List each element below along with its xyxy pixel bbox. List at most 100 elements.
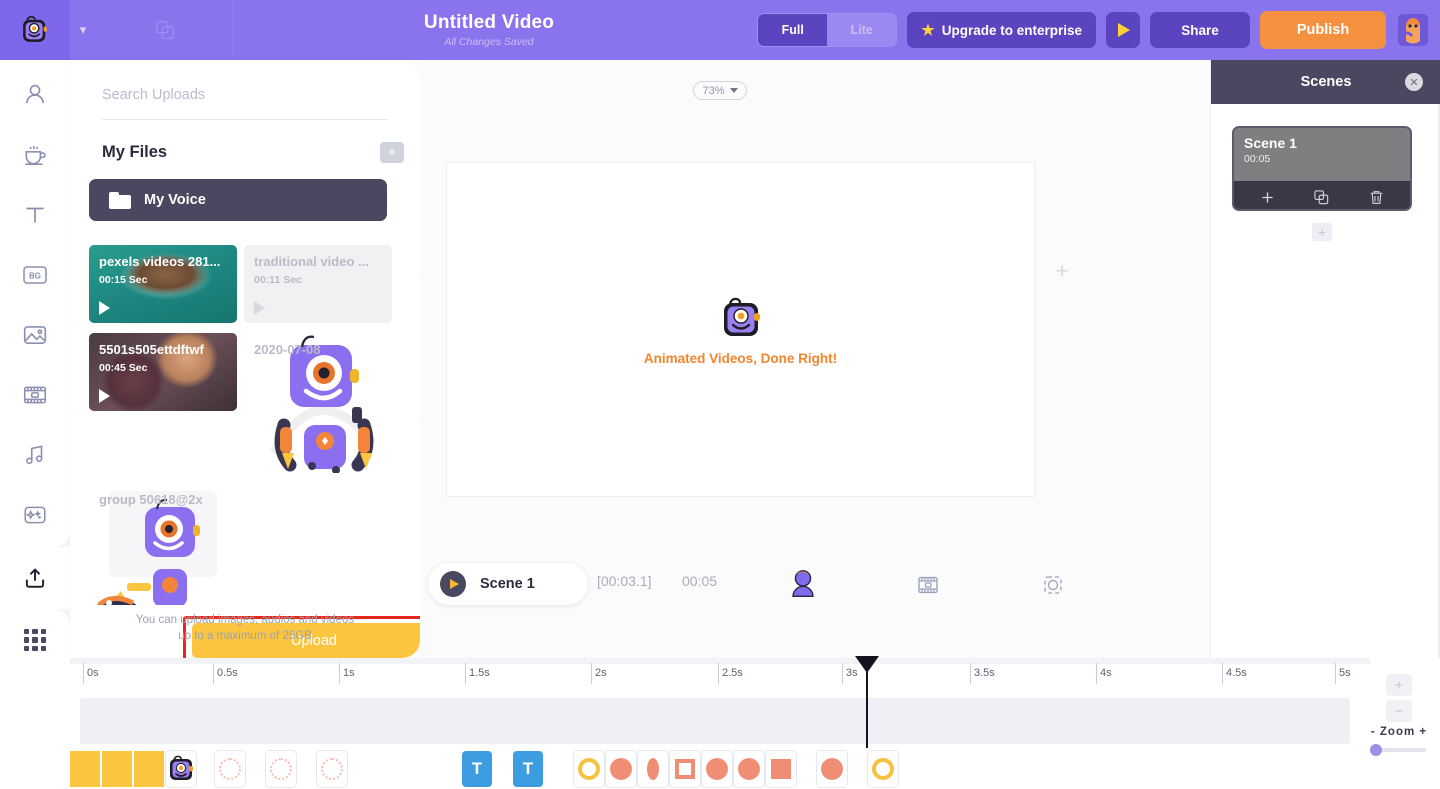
avatar[interactable] bbox=[1398, 14, 1428, 46]
scenes-header: Scenes ✕ bbox=[1211, 60, 1440, 104]
close-icon[interactable]: ✕ bbox=[1405, 73, 1423, 91]
scene-thumbnail[interactable]: Scene 1 00:05 bbox=[1234, 128, 1410, 181]
canvas-tagline: Animated Videos, Done Right! bbox=[447, 351, 1034, 366]
timeline-asset[interactable] bbox=[766, 750, 796, 787]
copy-icon[interactable] bbox=[96, 0, 233, 60]
video-track-button[interactable] bbox=[909, 566, 947, 604]
timeline-track[interactable] bbox=[80, 698, 1350, 744]
ruler-tick: 0s bbox=[83, 663, 99, 684]
upgrade-button[interactable]: ★ Upgrade to enterprise bbox=[907, 12, 1096, 48]
timeline-asset[interactable] bbox=[317, 750, 347, 787]
canvas-zoom-selector[interactable]: 73% bbox=[693, 81, 747, 100]
zoom-slider[interactable] bbox=[1370, 744, 1426, 756]
upload-item-duration: 00:15 Sec bbox=[99, 274, 148, 286]
circle-shape-icon bbox=[821, 757, 843, 780]
play-scene-button[interactable] bbox=[440, 571, 466, 597]
chevron-down-icon[interactable]: ▾ bbox=[70, 0, 96, 60]
scene-play-pill[interactable]: Scene 1 bbox=[428, 563, 588, 605]
timeline-asset[interactable] bbox=[134, 750, 164, 787]
upload-item[interactable]: traditional video ... 00:11 Sec bbox=[244, 245, 392, 323]
save-status: All Changes Saved bbox=[444, 36, 534, 48]
upload-item[interactable]: pexels videos 281... 00:15 Sec bbox=[89, 245, 237, 323]
sidebar-item-effects[interactable] bbox=[0, 486, 70, 544]
timeline-ruler[interactable]: 0s 0.5s 1s 1.5s 2s 2.5s 3s 3.5s 4s 4.5s … bbox=[70, 658, 1370, 684]
zoom-in-button[interactable]: + bbox=[1386, 674, 1412, 696]
scene-card[interactable]: Scene 1 00:05 bbox=[1232, 126, 1412, 211]
timeline-asset[interactable] bbox=[702, 750, 732, 787]
video-icon bbox=[23, 386, 47, 404]
zoom-plus-label[interactable]: + bbox=[1419, 726, 1427, 738]
playhead-handle[interactable] bbox=[855, 656, 879, 673]
video-icon bbox=[918, 576, 938, 594]
ruler-tick-label: 4.5s bbox=[1226, 667, 1247, 679]
timeline-asset[interactable]: T bbox=[462, 750, 492, 787]
timeline-asset[interactable] bbox=[266, 750, 296, 787]
publish-button[interactable]: Publish bbox=[1260, 11, 1386, 49]
sidebar-item-upload[interactable] bbox=[0, 547, 70, 609]
circle-shape-icon bbox=[706, 757, 728, 780]
add-scene-button[interactable] bbox=[1259, 189, 1276, 206]
play-icon[interactable] bbox=[254, 301, 265, 315]
zoom-slider-knob[interactable] bbox=[1370, 744, 1382, 756]
timeline-asset[interactable] bbox=[734, 750, 764, 787]
zoom-label: Zoom bbox=[1379, 726, 1416, 738]
timeline-asset[interactable] bbox=[574, 750, 604, 787]
timeline-asset[interactable]: T bbox=[513, 750, 543, 787]
bg-icon: BG bbox=[23, 266, 47, 284]
timeline-asset[interactable] bbox=[868, 750, 898, 787]
sidebar-item-property[interactable] bbox=[0, 126, 70, 184]
play-icon[interactable] bbox=[99, 301, 110, 315]
search-input[interactable] bbox=[102, 87, 388, 109]
ruler-tick: 1s bbox=[339, 663, 355, 684]
duplicate-scene-button[interactable] bbox=[1313, 189, 1330, 206]
timeline-asset[interactable] bbox=[817, 750, 847, 787]
preview-play-button[interactable] bbox=[1106, 12, 1140, 48]
timeline-asset[interactable] bbox=[670, 750, 700, 787]
tab-lite[interactable]: Lite bbox=[827, 14, 897, 46]
sidebar-item-image[interactable] bbox=[0, 306, 70, 364]
sidebar-item-background[interactable]: BG bbox=[0, 246, 70, 304]
project-title-block[interactable]: Untitled Video All Changes Saved bbox=[234, 0, 744, 60]
folder-item-my-voice[interactable]: My Voice bbox=[89, 179, 387, 221]
play-icon[interactable] bbox=[99, 389, 110, 403]
delete-scene-button[interactable] bbox=[1368, 189, 1385, 206]
ruler-tick-label: 1s bbox=[343, 667, 355, 679]
playhead[interactable] bbox=[855, 656, 879, 748]
sidebar-item-video[interactable] bbox=[0, 366, 70, 424]
upload-item[interactable]: 5501s505ettdftwf 00:45 Sec bbox=[89, 333, 237, 411]
ruler-tick-label: 3.5s bbox=[974, 667, 995, 679]
timeline: 0s 0.5s 1s 1.5s 2s 2.5s 3s 3.5s 4s 4.5s … bbox=[0, 656, 1440, 789]
sidebar-item-character[interactable] bbox=[0, 66, 70, 124]
timeline-asset[interactable] bbox=[102, 750, 132, 787]
star-icon: ★ bbox=[921, 21, 935, 39]
prop-coffee-icon bbox=[25, 146, 46, 166]
upload-item[interactable]: group 50618@2x bbox=[89, 483, 237, 605]
timeline-asset[interactable] bbox=[215, 750, 245, 787]
add-element-button[interactable]: + bbox=[1053, 260, 1071, 282]
timeline-asset[interactable] bbox=[166, 750, 196, 787]
timeline-asset[interactable] bbox=[70, 750, 100, 787]
ruler-tick: 2.5s bbox=[718, 663, 743, 684]
add-folder-button[interactable]: + bbox=[380, 141, 404, 163]
add-scene-tile[interactable]: + bbox=[1312, 223, 1332, 241]
upload-item-name: traditional video ... bbox=[254, 254, 369, 269]
tab-full[interactable]: Full bbox=[758, 14, 828, 46]
ring-shape-icon bbox=[219, 757, 241, 780]
timeline-asset[interactable] bbox=[638, 750, 668, 787]
upload-item[interactable]: 2020-07-08 bbox=[244, 333, 392, 473]
focus-frame-icon bbox=[1044, 576, 1062, 594]
character-track-button[interactable] bbox=[784, 566, 822, 604]
share-button[interactable]: Share bbox=[1150, 12, 1250, 48]
plus-icon bbox=[1262, 191, 1273, 203]
mode-toggle[interactable]: Full Lite bbox=[757, 13, 898, 47]
canvas[interactable]: Animated Videos, Done Right! bbox=[447, 163, 1034, 496]
mascot-logo-icon bbox=[718, 297, 764, 341]
sidebar-item-text[interactable] bbox=[0, 186, 70, 244]
app-logo[interactable] bbox=[0, 0, 70, 60]
focus-button[interactable] bbox=[1034, 566, 1072, 604]
timeline-asset[interactable] bbox=[606, 750, 636, 787]
zoom-out-button[interactable]: − bbox=[1386, 700, 1412, 722]
zoom-minus-label[interactable]: - bbox=[1371, 726, 1376, 738]
sidebar-item-music[interactable] bbox=[0, 426, 70, 484]
half-circle-shape-icon bbox=[647, 757, 659, 780]
